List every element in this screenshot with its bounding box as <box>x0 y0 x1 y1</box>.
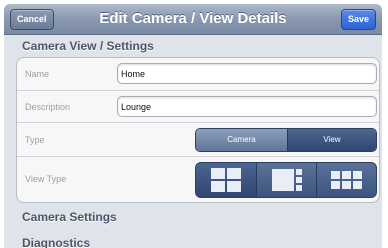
type-option-camera[interactable]: Camera <box>196 129 287 151</box>
type-row: Type Camera View <box>17 122 379 157</box>
view-type-option-2x2[interactable] <box>196 163 256 197</box>
navigation-bar: Edit Camera / View Details Cancel Save <box>4 4 382 35</box>
type-label: Type <box>25 135 45 145</box>
view-type-segmented-control <box>195 162 377 198</box>
grid-2x2-icon <box>211 168 241 192</box>
name-label: Name <box>25 69 50 79</box>
view-type-label: View Type <box>25 174 67 184</box>
type-option-view[interactable]: View <box>287 129 376 151</box>
grid-3x2-icon <box>331 171 363 189</box>
page-title: Edit Camera / View Details <box>99 10 287 27</box>
view-type-option-3x2[interactable] <box>316 163 376 197</box>
name-field[interactable]: Home <box>117 63 377 84</box>
section-header-camera-view-settings: Camera View / Settings <box>22 39 154 53</box>
settings-group: Name Home Description Lounge Type Camera… <box>16 57 380 203</box>
section-header-camera-settings: Camera Settings <box>22 210 117 224</box>
description-field[interactable]: Lounge <box>117 96 377 117</box>
view-type-option-1-plus-3[interactable] <box>256 163 316 197</box>
type-segmented-control: Camera View <box>195 128 377 152</box>
save-button[interactable]: Save <box>340 9 376 30</box>
description-label: Description <box>25 102 71 112</box>
grid-1-plus-3-icon <box>272 169 302 191</box>
view-type-row: View Type <box>17 156 379 202</box>
description-row: Description Lounge <box>17 90 379 123</box>
name-row: Name Home <box>17 58 379 90</box>
section-header-diagnostics: Diagnostics <box>22 236 91 248</box>
edit-camera-sheet: Edit Camera / View Details Cancel Save C… <box>4 4 382 248</box>
cancel-button[interactable]: Cancel <box>10 9 54 30</box>
